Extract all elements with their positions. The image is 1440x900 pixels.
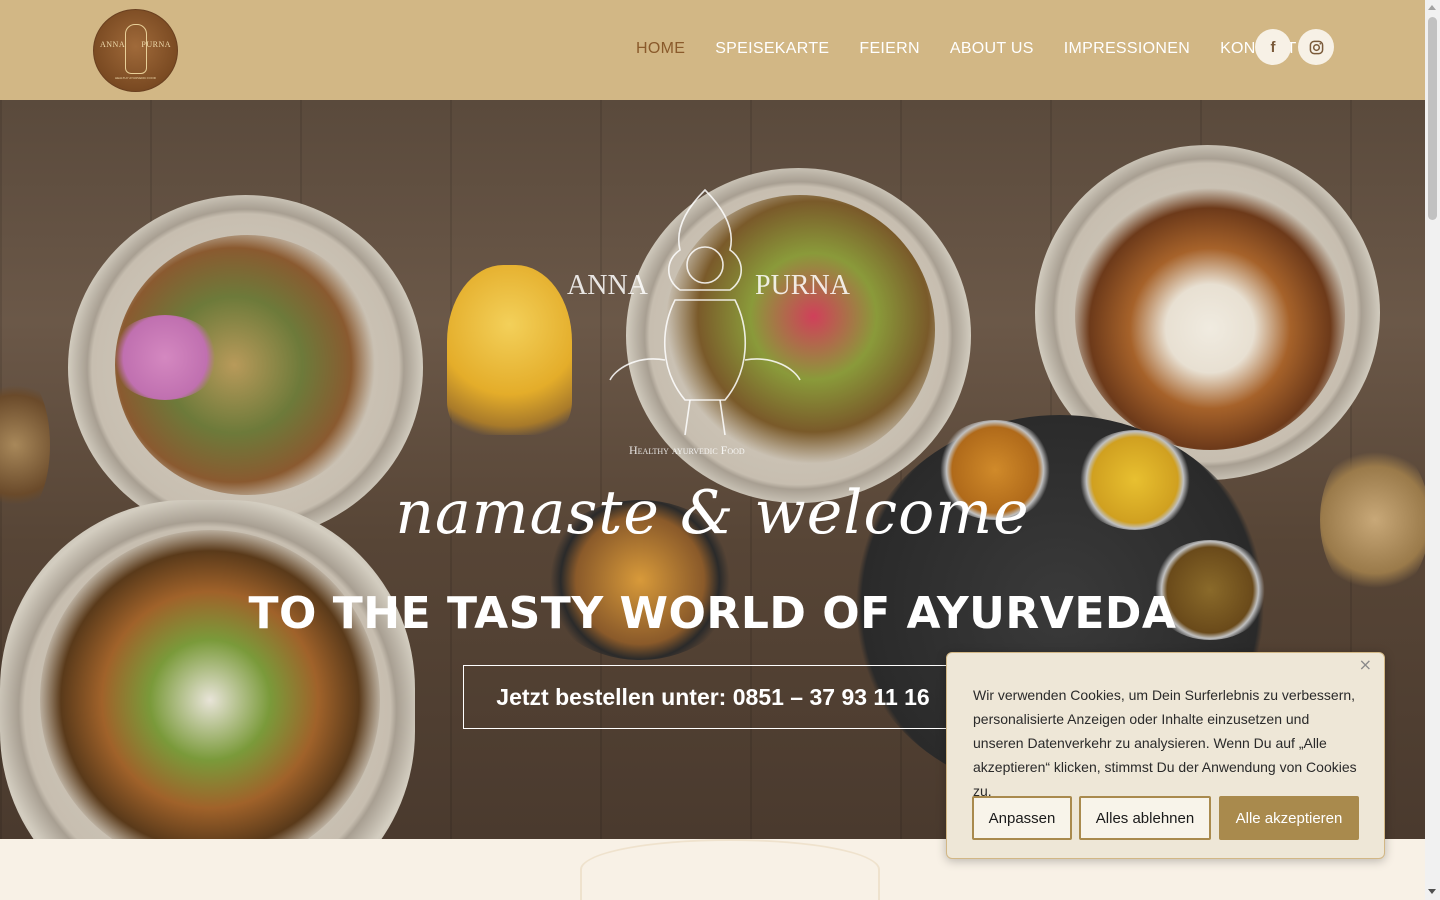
accept-all-cookies-button[interactable]: Alle akzeptieren [1219,796,1359,840]
reject-all-cookies-button[interactable]: Alles ablehnen [1079,796,1211,840]
cookie-consent-dialog: × Wir verwenden Cookies, um Dein Surferl… [946,652,1385,859]
logo-subtitle: HEALTHY AYURVEDIC FOOD [115,76,156,80]
mandala-ornament [580,839,880,900]
site-logo[interactable]: ANNA PURNA HEALTHY AYURVEDIC FOOD [93,9,178,92]
deity-figure-icon [125,24,147,74]
deity-emblem-icon [609,188,801,436]
hero-script-heading: namaste & welcome [395,478,1030,548]
main-nav: HOME SPEISEKARTE FEIERN ABOUT US IMPRESS… [636,40,1297,58]
customize-cookies-button[interactable]: Anpassen [972,796,1072,840]
nav-item-impressionen[interactable]: IMPRESSIONEN [1064,40,1190,58]
scroll-down-arrow-icon[interactable] [1428,889,1436,894]
lassi-glass [447,265,572,435]
logo-text: ANNA PURNA [94,40,177,49]
nav-item-about-us[interactable]: ABOUT US [950,40,1034,58]
order-phone-button[interactable]: Jetzt bestellen unter: 0851 – 37 93 11 1… [463,665,963,729]
logo-left-text: ANNA [100,40,126,49]
nav-item-speisekarte[interactable]: SPEISEKARTE [715,40,829,58]
nav-item-feiern[interactable]: FEIERN [859,40,919,58]
facebook-icon: f [1270,38,1276,56]
logo-right-text: PURNA [141,40,171,49]
emblem-subtitle: Healthy ayurvedic Food [629,443,745,457]
emblem-right-text: PURNA [755,270,850,301]
facebook-button[interactable]: f [1255,29,1291,65]
scroll-up-arrow-icon[interactable] [1428,5,1436,10]
nav-item-home[interactable]: HOME [636,40,685,58]
cookie-message: Wir verwenden Cookies, um Dein Surferleb… [973,687,1357,799]
food-dish [1075,180,1345,450]
scroll-thumb[interactable] [1428,17,1437,220]
instagram-icon [1309,40,1323,54]
close-icon[interactable]: × [1359,655,1372,674]
page-scrollbar[interactable] [1425,0,1440,900]
instagram-button[interactable] [1298,29,1334,65]
emblem-left-text: ANNA [567,270,648,301]
food-dish [110,315,220,400]
hero-title: TO THE TASTY WORLD OF AYURVEDA [248,588,1177,639]
site-header: ANNA PURNA HEALTHY AYURVEDIC FOOD HOME S… [0,0,1425,100]
